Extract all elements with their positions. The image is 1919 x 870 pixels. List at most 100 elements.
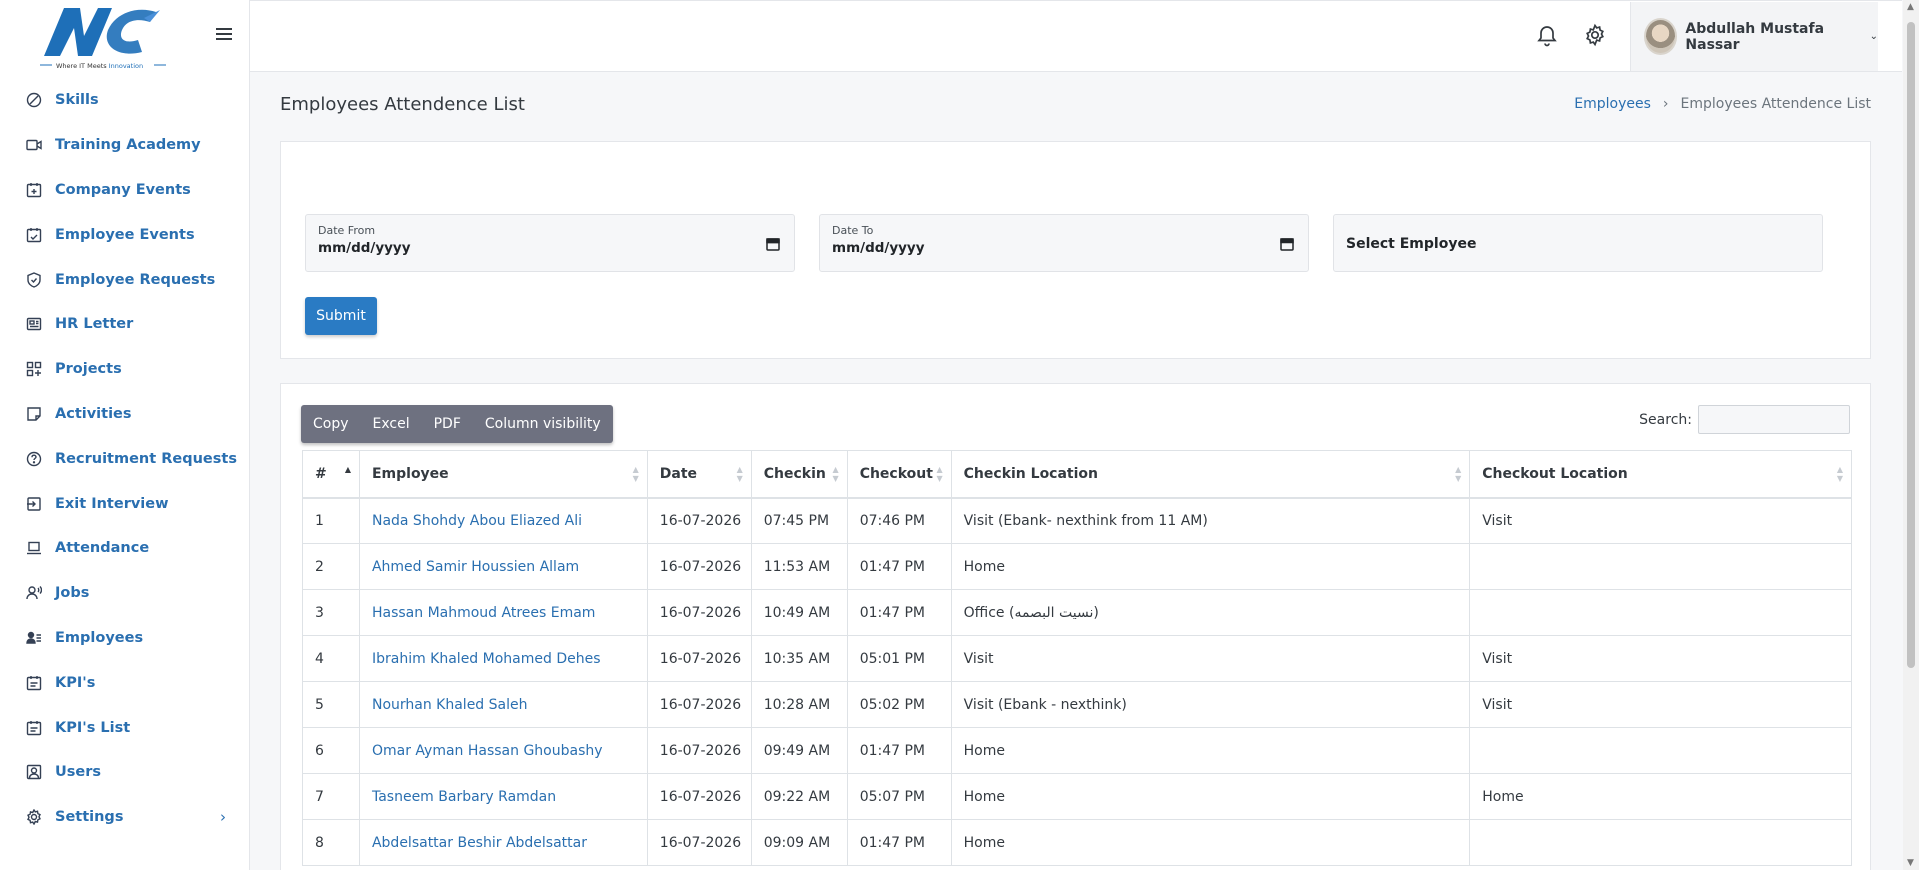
- copy-button[interactable]: Copy: [301, 405, 361, 443]
- table-row: 6 Omar Ayman Hassan Ghoubashy 16-07-2026…: [302, 727, 1852, 774]
- sort-icon[interactable]: ▲ ▼: [633, 465, 639, 483]
- sidebar-item-recruitment-requests[interactable]: Recruitment Requests: [0, 436, 250, 481]
- column-header-label: Checkin: [763, 465, 826, 482]
- sort-icon[interactable]: ▲ ▼: [1455, 465, 1461, 483]
- sidebar-item-employee-requests[interactable]: Employee Requests: [0, 257, 250, 302]
- sidebar-item-employees[interactable]: Employees: [0, 616, 250, 661]
- sidebar-item-label: Exit Interview: [55, 495, 169, 512]
- cell-checkout-location: Visit: [1469, 681, 1852, 728]
- column-header-employee[interactable]: Employee ▲ ▼: [358, 450, 648, 499]
- page-scrollbar[interactable]: ▲ ▼: [1903, 0, 1919, 870]
- chevron-down-icon: ⌄: [1869, 31, 1878, 42]
- user-menu[interactable]: Abdullah Mustafa Nassar ⌄: [1630, 2, 1878, 71]
- pdf-button[interactable]: PDF: [422, 405, 473, 443]
- bell-icon[interactable]: [1535, 23, 1559, 47]
- cell-number: 4: [302, 635, 360, 682]
- svg-text:Where IT Meets Innovation: Where IT Meets Innovation: [56, 62, 143, 70]
- sidebar-item-company-events[interactable]: Company Events: [0, 168, 250, 213]
- column-header-checkin-location[interactable]: Checkin Location ▲ ▼: [950, 450, 1471, 499]
- column-header-checkout-location[interactable]: Checkout Location ▲ ▼: [1469, 450, 1852, 499]
- table-row: 4 Ibrahim Khaled Mohamed Dehes 16-07-202…: [302, 635, 1852, 682]
- sidebar-item-employee-events[interactable]: Employee Events: [0, 212, 250, 257]
- scroll-up-arrow-icon[interactable]: ▲: [1907, 2, 1914, 12]
- excel-button[interactable]: Excel: [361, 405, 422, 443]
- sidebar-item-label: Users: [55, 764, 102, 781]
- cell-date: 16-07-2026: [646, 773, 752, 820]
- cell-checkout: 05:01 PM: [846, 635, 952, 682]
- employee-select[interactable]: Select Employee: [1333, 214, 1823, 272]
- sort-icon[interactable]: ▲ ▼: [833, 465, 839, 483]
- sidebar-item-label: Recruitment Requests: [55, 450, 237, 467]
- export-button-group: Copy Excel PDF Column visibility: [301, 405, 613, 443]
- sidebar-item-attendance[interactable]: Attendance: [0, 526, 250, 571]
- calendar-icon[interactable]: [766, 237, 780, 251]
- laptop-icon: [25, 539, 43, 557]
- page-title: Employees Attendence List: [280, 94, 525, 115]
- sort-icon[interactable]: ▲ ▼: [937, 465, 943, 483]
- newspaper-icon: [25, 315, 43, 333]
- search-input[interactable]: [1698, 405, 1850, 434]
- sort-ascending-icon[interactable]: ▲: [345, 465, 351, 483]
- cell-employee-link[interactable]: Nourhan Khaled Saleh: [358, 681, 648, 728]
- sidebar-item-exit-interview[interactable]: Exit Interview: [0, 481, 250, 526]
- cell-checkin: 09:22 AM: [750, 773, 848, 820]
- filter-card: Date From mm/dd/yyyy Date To mm/dd/yyyy …: [280, 141, 1871, 359]
- column-header-checkin[interactable]: Checkin ▲ ▼: [750, 450, 848, 499]
- cell-checkin-location: Home: [950, 727, 1471, 774]
- sidebar-item-projects[interactable]: Projects: [0, 347, 250, 392]
- top-bar: Abdullah Mustafa Nassar ⌄: [250, 0, 1902, 72]
- date-from-field[interactable]: Date From mm/dd/yyyy: [305, 214, 795, 272]
- cell-checkin-location: Visit: [950, 635, 1471, 682]
- cell-date: 16-07-2026: [646, 635, 752, 682]
- cell-checkin-location: Office (نسيت البصمه): [950, 589, 1471, 636]
- sidebar-item-training-academy[interactable]: Training Academy: [0, 123, 250, 168]
- column-header-label: Checkout: [859, 465, 933, 482]
- breadcrumb-separator: ›: [1662, 96, 1669, 112]
- date-to-field[interactable]: Date To mm/dd/yyyy: [819, 214, 1309, 272]
- cell-employee-link[interactable]: Ibrahim Khaled Mohamed Dehes: [358, 635, 648, 682]
- scroll-down-arrow-icon[interactable]: ▼: [1907, 858, 1914, 868]
- calendar-check-icon: [25, 226, 43, 244]
- sidebar-item-label: Employee Requests: [55, 271, 216, 288]
- cell-checkin-location: Home: [950, 773, 1471, 820]
- column-header-number[interactable]: # ▲: [302, 450, 360, 499]
- cell-employee-link[interactable]: Abdelsattar Beshir Abdelsattar: [358, 819, 648, 866]
- breadcrumb-employees-link[interactable]: Employees: [1574, 96, 1651, 112]
- cell-employee-link[interactable]: Ahmed Samir Houssien Allam: [358, 543, 648, 590]
- sidebar-item-skills[interactable]: Skills: [0, 78, 250, 123]
- sidebar-item-label: Attendance: [55, 540, 150, 557]
- cell-date: 16-07-2026: [646, 727, 752, 774]
- sidebar-item-kpis-list[interactable]: KPI's List: [0, 705, 250, 750]
- calendar-list-icon: [25, 674, 43, 692]
- scrollbar-thumb[interactable]: [1907, 22, 1915, 668]
- user-list-icon: [25, 629, 43, 647]
- search-label: Search:: [1639, 411, 1692, 428]
- column-visibility-button[interactable]: Column visibility: [473, 405, 613, 443]
- cell-checkout: 07:46 PM: [846, 497, 952, 544]
- sidebar-item-activities[interactable]: Activities: [0, 392, 250, 437]
- sidebar-item-users[interactable]: Users: [0, 750, 250, 795]
- sidebar-item-jobs[interactable]: Jobs: [0, 571, 250, 616]
- sidebar-item-label: Skills: [55, 92, 99, 109]
- cell-checkout-location: [1469, 819, 1852, 866]
- submit-button[interactable]: Submit: [305, 297, 377, 335]
- column-header-date[interactable]: Date ▲ ▼: [646, 450, 752, 499]
- calendar-icon[interactable]: [1280, 237, 1294, 251]
- column-header-checkout[interactable]: Checkout ▲ ▼: [846, 450, 952, 499]
- company-logo[interactable]: Where IT Meets Innovation: [38, 2, 168, 72]
- sidebar-item-settings[interactable]: Settings ›: [0, 795, 250, 840]
- settings-gear-icon[interactable]: [1583, 23, 1607, 47]
- sidebar-item-kpis[interactable]: KPI's: [0, 660, 250, 705]
- sidebar-item-label: Settings: [55, 809, 124, 826]
- column-header-label: Checkin Location: [963, 465, 1099, 482]
- cell-employee-link[interactable]: Nada Shohdy Abou Eliazed Ali: [358, 497, 648, 544]
- cell-employee-link[interactable]: Omar Ayman Hassan Ghoubashy: [358, 727, 648, 774]
- menu-toggle-icon[interactable]: [214, 25, 234, 45]
- cell-employee-link[interactable]: Tasneem Barbary Ramdan: [358, 773, 648, 820]
- sidebar-item-hr-letter[interactable]: HR Letter: [0, 302, 250, 347]
- sort-icon[interactable]: ▲ ▼: [737, 465, 743, 483]
- cell-employee-link[interactable]: Hassan Mahmoud Atrees Emam: [358, 589, 648, 636]
- cell-checkin-location: Home: [950, 543, 1471, 590]
- sidebar-item-label: Training Academy: [55, 137, 201, 154]
- sort-icon[interactable]: ▲ ▼: [1837, 465, 1843, 483]
